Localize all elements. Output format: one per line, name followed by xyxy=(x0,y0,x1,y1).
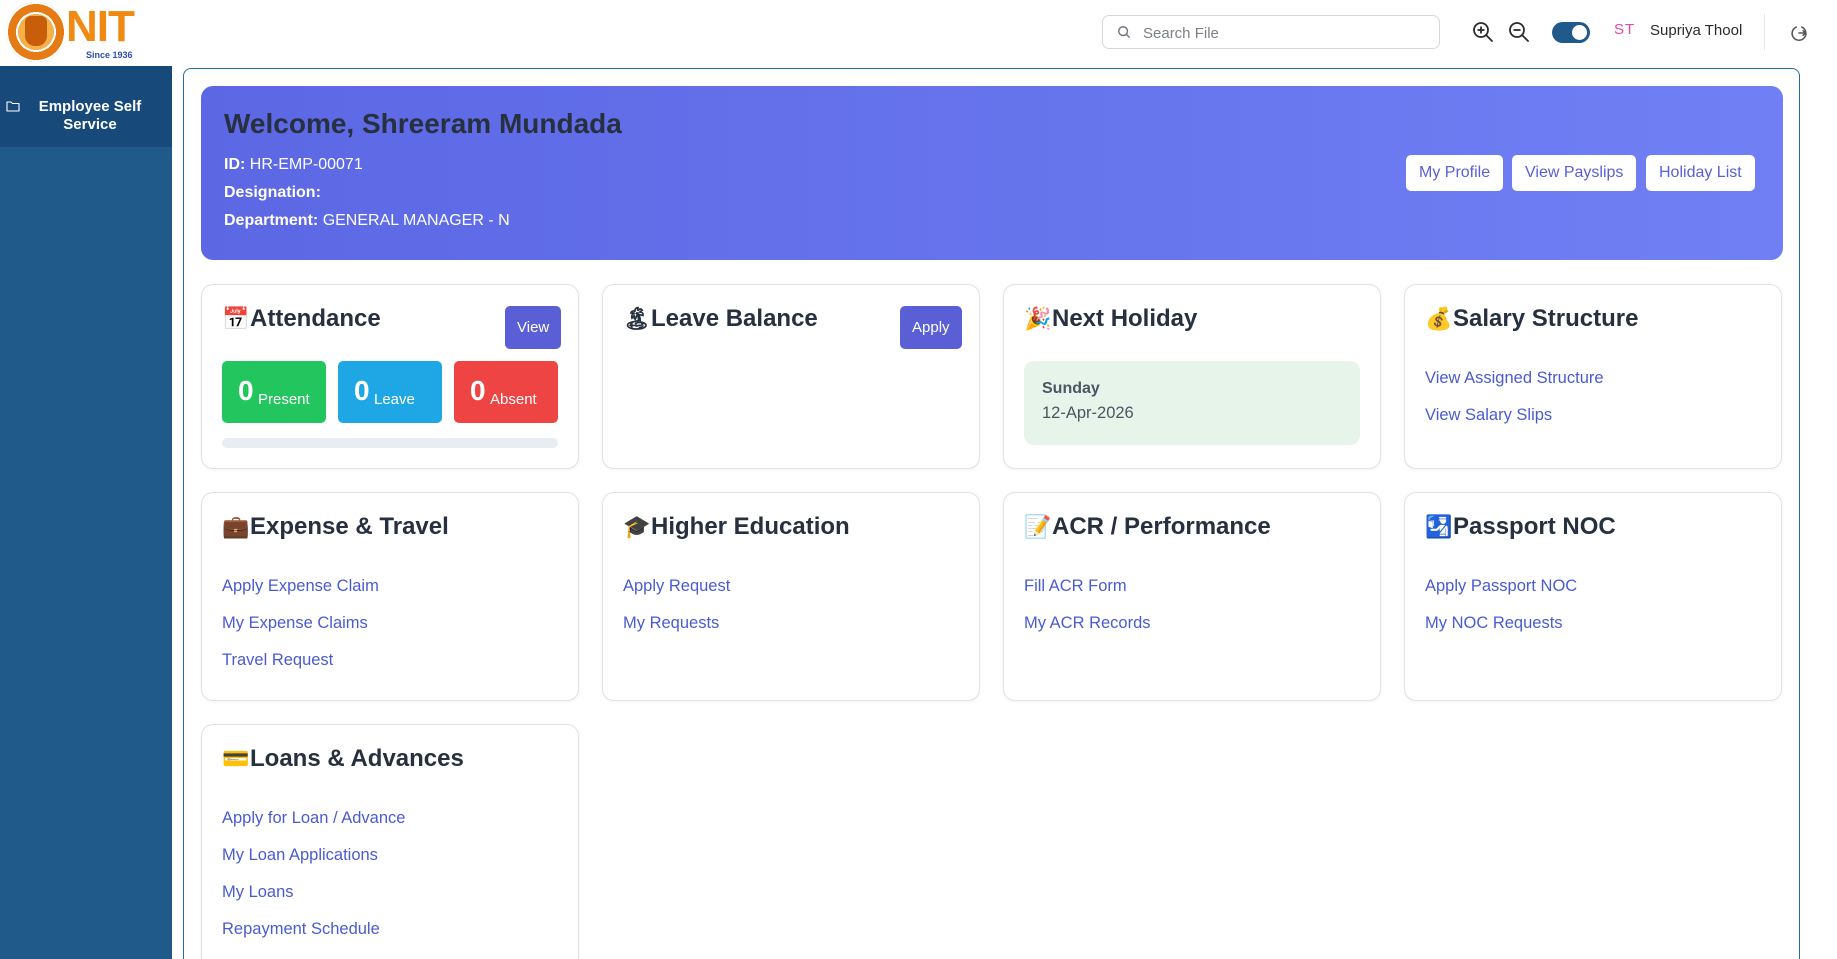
card-title: 📝ACR / Performance xyxy=(1024,513,1271,541)
logo-seal-icon xyxy=(6,2,66,62)
view-salary-slips-link[interactable]: View Salary Slips xyxy=(1425,406,1552,425)
card-title-text: Expense & Travel xyxy=(250,513,449,540)
employee-department: Department: GENERAL MANAGER - N xyxy=(224,212,510,230)
header-divider xyxy=(1764,14,1765,50)
welcome-banner: Welcome, Shreeram Mundada ID: HR-EMP-000… xyxy=(201,86,1783,260)
apply-education-request-link[interactable]: Apply Request xyxy=(623,577,730,596)
passport-control-icon: 🛂 xyxy=(1425,514,1453,539)
holiday-date: 12-Apr-2026 xyxy=(1042,404,1134,422)
sidebar-item-label: Employee Self Service xyxy=(38,98,142,133)
folder-icon xyxy=(6,101,20,112)
brand-since: Since 1936 xyxy=(86,50,133,60)
zoom-out-icon[interactable] xyxy=(1507,20,1531,44)
sidebar: Employee Self Service xyxy=(0,66,172,959)
present-count: 0 xyxy=(238,375,254,406)
island-icon: 🏝 xyxy=(623,306,651,331)
absent-count: 0 xyxy=(470,375,486,406)
my-acr-records-link[interactable]: My ACR Records xyxy=(1024,614,1151,633)
repayment-schedule-link[interactable]: Repayment Schedule xyxy=(222,920,380,939)
holiday-day: Sunday xyxy=(1042,380,1100,397)
department-label: Department: xyxy=(224,212,319,229)
search-icon xyxy=(1118,26,1130,38)
party-popper-icon: 🎉 xyxy=(1024,306,1052,331)
acr-performance-card: 📝ACR / Performance Fill ACR Form My ACR … xyxy=(1003,492,1381,701)
employee-id: ID: HR-EMP-00071 xyxy=(224,156,363,174)
holiday-list-button[interactable]: Holiday List xyxy=(1646,155,1755,191)
apply-expense-claim-link[interactable]: Apply Expense Claim xyxy=(222,577,379,596)
my-noc-requests-link[interactable]: My NOC Requests xyxy=(1425,614,1563,633)
attendance-card: 📅Attendance View 0 Present 0 Leave 0 Abs… xyxy=(201,284,579,469)
present-label: Present xyxy=(258,391,310,408)
card-title-text: Next Holiday xyxy=(1052,305,1198,332)
absent-label: Absent xyxy=(490,391,537,408)
leave-label: Leave xyxy=(374,391,415,408)
fill-acr-form-link[interactable]: Fill ACR Form xyxy=(1024,577,1127,596)
card-title: 🏝Leave Balance xyxy=(623,305,818,333)
department-value: GENERAL MANAGER - N xyxy=(322,212,510,229)
employee-designation: Designation: xyxy=(224,184,321,202)
card-title-text: Salary Structure xyxy=(1453,305,1639,332)
card-title: 💳Loans & Advances xyxy=(222,745,464,773)
card-title: 💼Expense & Travel xyxy=(222,513,449,541)
my-loans-link[interactable]: My Loans xyxy=(222,883,294,902)
card-title: 📅Attendance xyxy=(222,305,381,333)
my-education-requests-link[interactable]: My Requests xyxy=(623,614,719,633)
my-expense-claims-link[interactable]: My Expense Claims xyxy=(222,614,368,633)
top-bar: NIT Since 1936 ST Supriya Thool xyxy=(0,0,1837,66)
card-title-text: Higher Education xyxy=(651,513,850,540)
logout-icon[interactable] xyxy=(1788,22,1810,44)
leave-count: 0 xyxy=(354,375,370,406)
apply-passport-noc-link[interactable]: Apply Passport NOC xyxy=(1425,577,1577,596)
theme-toggle[interactable] xyxy=(1552,22,1590,43)
card-title-text: Attendance xyxy=(250,305,381,332)
calendar-icon: 📅 xyxy=(222,306,250,331)
card-title: 🎓Higher Education xyxy=(623,513,850,541)
card-title: 💰Salary Structure xyxy=(1425,305,1638,333)
welcome-title: Welcome, Shreeram Mundada xyxy=(224,108,622,139)
attendance-progress-bar xyxy=(222,438,558,448)
holiday-info: Sunday 12-Apr-2026 xyxy=(1024,361,1360,445)
avatar[interactable]: ST xyxy=(1614,21,1635,38)
next-holiday-card: 🎉Next Holiday Sunday 12-Apr-2026 xyxy=(1003,284,1381,469)
passport-noc-card: 🛂Passport NOC Apply Passport NOC My NOC … xyxy=(1404,492,1782,701)
money-bag-icon: 💰 xyxy=(1425,306,1453,331)
absent-stat[interactable]: 0 Absent xyxy=(454,361,558,423)
higher-education-card: 🎓Higher Education Apply Request My Reque… xyxy=(602,492,980,701)
employee-id-value: HR-EMP-00071 xyxy=(249,156,363,173)
attendance-view-button[interactable]: View xyxy=(505,306,562,349)
loans-advances-card: 💳Loans & Advances Apply for Loan / Advan… xyxy=(201,724,579,959)
apply-loan-link[interactable]: Apply for Loan / Advance xyxy=(222,809,405,828)
travel-request-link[interactable]: Travel Request xyxy=(222,651,333,670)
search-box[interactable] xyxy=(1102,15,1440,49)
card-title-text: Loans & Advances xyxy=(250,745,464,772)
zoom-in-icon[interactable] xyxy=(1471,20,1495,44)
sidebar-item-employee-self-service[interactable]: Employee Self Service xyxy=(0,66,172,147)
card-title: 🛂Passport NOC xyxy=(1425,513,1616,541)
memo-icon: 📝 xyxy=(1024,514,1052,539)
employee-id-label: ID: xyxy=(224,156,246,173)
card-title: 🎉Next Holiday xyxy=(1024,305,1197,333)
leave-stat[interactable]: 0 Leave xyxy=(338,361,442,423)
logo[interactable]: NIT Since 1936 xyxy=(4,2,154,62)
card-title-text: Leave Balance xyxy=(651,305,818,332)
credit-card-icon: 💳 xyxy=(222,746,250,771)
brand-name: NIT xyxy=(66,2,135,51)
graduation-cap-icon: 🎓 xyxy=(623,514,651,539)
card-title-text: ACR / Performance xyxy=(1052,513,1271,540)
salary-structure-card: 💰Salary Structure View Assigned Structur… xyxy=(1404,284,1782,469)
leave-apply-button[interactable]: Apply xyxy=(900,306,962,349)
designation-label: Designation: xyxy=(224,184,321,201)
briefcase-icon: 💼 xyxy=(222,514,250,539)
my-profile-button[interactable]: My Profile xyxy=(1406,155,1504,191)
leave-balance-card: 🏝Leave Balance Apply xyxy=(602,284,980,469)
card-title-text: Passport NOC xyxy=(1453,513,1616,540)
user-name[interactable]: Supriya Thool xyxy=(1650,22,1742,39)
expense-travel-card: 💼Expense & Travel Apply Expense Claim My… xyxy=(201,492,579,701)
search-input[interactable] xyxy=(1143,22,1423,44)
my-loan-applications-link[interactable]: My Loan Applications xyxy=(222,846,378,865)
view-assigned-structure-link[interactable]: View Assigned Structure xyxy=(1425,369,1604,388)
present-stat[interactable]: 0 Present xyxy=(222,361,326,423)
view-payslips-button[interactable]: View Payslips xyxy=(1512,155,1637,191)
